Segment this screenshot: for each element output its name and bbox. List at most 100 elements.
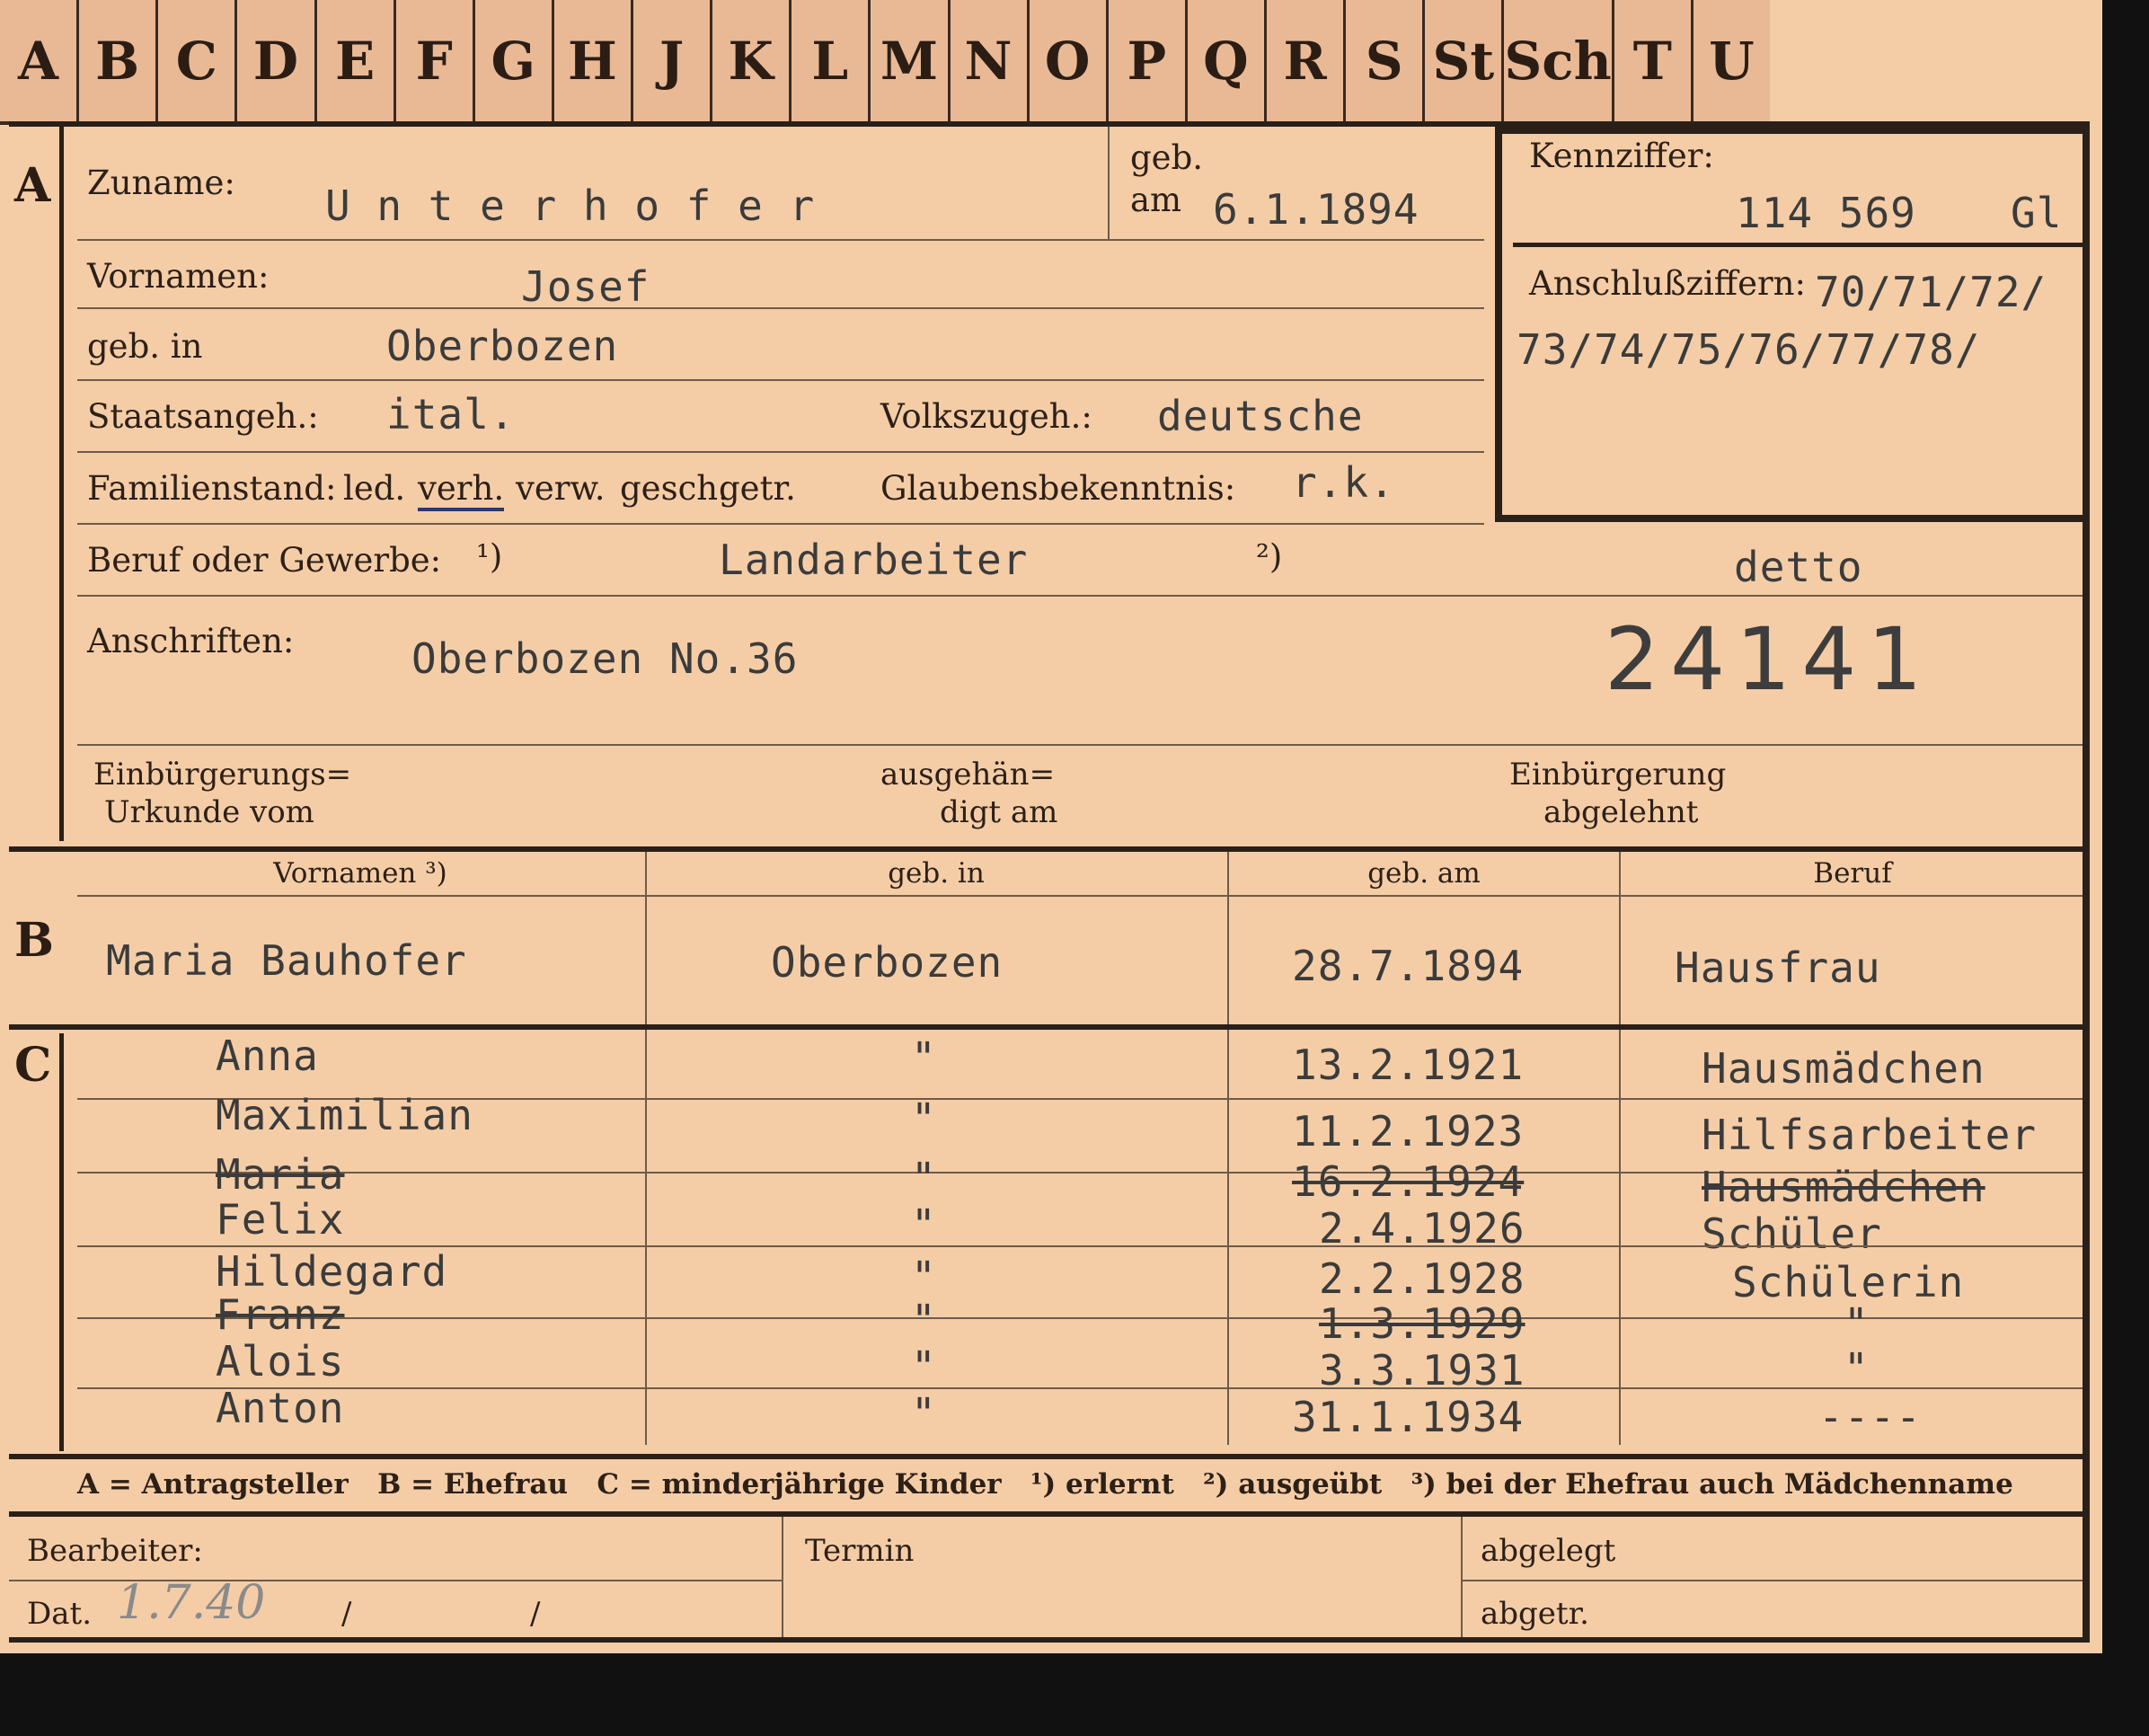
- naturalization-doc-label-2: Urkunde vom: [104, 794, 314, 830]
- child-born-in: ": [911, 1342, 937, 1391]
- header-rule: [77, 895, 2083, 897]
- tab-r[interactable]: R: [1264, 0, 1343, 121]
- marital-option-widowed: verw.: [516, 469, 606, 508]
- section-a-left-rule: [59, 127, 64, 841]
- child-occupation: Hausmädchen: [1702, 1163, 1985, 1211]
- tab-g[interactable]: G: [472, 0, 552, 121]
- tab-k[interactable]: K: [710, 0, 789, 121]
- born-on-label-2: am: [1130, 181, 1182, 219]
- right-border: [2083, 121, 2090, 1640]
- deadline-label: Termin: [805, 1533, 915, 1569]
- footnote-1-marker: ¹): [476, 537, 503, 576]
- row-rule: [77, 1317, 2083, 1319]
- child-born-in: ": [911, 1033, 937, 1082]
- marital-option-married-selected: verh.: [418, 469, 505, 511]
- child-born-on: 13.2.1921: [1292, 1041, 1525, 1089]
- born-in-label: geb. in: [87, 327, 203, 366]
- born-on-label-1: geb.: [1130, 138, 1204, 177]
- wife-occupation: Hausfrau: [1675, 943, 1881, 992]
- surname-label: Zuname:: [87, 164, 235, 202]
- tab-sch[interactable]: Sch: [1501, 0, 1612, 121]
- tab-h[interactable]: H: [551, 0, 631, 121]
- tab-l[interactable]: L: [789, 0, 868, 121]
- child-name: Anna: [216, 1032, 319, 1080]
- column-header-born-on: geb. am: [1367, 857, 1481, 890]
- tab-e[interactable]: E: [314, 0, 394, 121]
- reference-box-divider: [1513, 243, 2083, 247]
- filed-label: abgelegt: [1481, 1533, 1616, 1569]
- date-handwritten: 1.7.40: [117, 1576, 266, 1630]
- child-born-in: ": [911, 1154, 937, 1202]
- section-a-marker: A: [14, 158, 51, 213]
- row-rule: [77, 307, 1484, 309]
- date-slash: /: [341, 1596, 352, 1632]
- row-rule: [77, 523, 1484, 525]
- tab-j[interactable]: J: [631, 0, 710, 121]
- column-divider: [645, 852, 647, 1445]
- occupation-practiced-value: detto: [1734, 543, 1863, 591]
- address-value: Oberbozen No.36: [411, 634, 799, 683]
- religion-value: r.k.: [1292, 458, 1395, 507]
- handed-over-label-1: ausgehän=: [880, 757, 1056, 793]
- column-header-born-in: geb. in: [888, 857, 985, 890]
- section-b-top-rule: [9, 846, 2084, 852]
- marital-status-label: Familienstand:: [87, 469, 337, 508]
- tab-q[interactable]: Q: [1184, 0, 1264, 121]
- processor-label: Bearbeiter:: [27, 1533, 203, 1569]
- tab-c[interactable]: C: [155, 0, 234, 121]
- tab-u[interactable]: U: [1690, 0, 1770, 121]
- naturalization-refused-label-1: Einbürgerung: [1509, 757, 1727, 793]
- child-name: Anton: [216, 1384, 345, 1432]
- footnote-2-marker: ²): [1256, 537, 1283, 576]
- row-rule: [77, 595, 2083, 597]
- child-born-in: ": [911, 1389, 937, 1438]
- child-name: Hildegard: [216, 1247, 448, 1296]
- section-c-top-rule: [9, 1024, 2084, 1030]
- occupation-label: Beruf oder Gewerbe:: [87, 541, 442, 580]
- naturalization-refused-label-2: abgelehnt: [1543, 794, 1699, 830]
- given-names-label: Vornamen:: [87, 257, 270, 296]
- child-name: Alois: [216, 1337, 345, 1386]
- section-b-marker: B: [14, 913, 54, 968]
- tab-m[interactable]: M: [868, 0, 947, 121]
- section-c-left-rule: [59, 1033, 64, 1451]
- column-header-occupation: Beruf: [1813, 857, 1892, 890]
- wife-born-in: Oberbozen: [771, 938, 1004, 987]
- marital-option-single: led.: [343, 469, 406, 508]
- tab-a[interactable]: A: [0, 0, 76, 121]
- wife-born-on: 28.7.1894: [1292, 942, 1525, 990]
- wife-name: Maria Bauhofer: [106, 936, 467, 985]
- alphabet-tab-bar: A B C D E F G H J K L M N O P Q R S St S…: [0, 0, 1770, 125]
- tab-o[interactable]: O: [1026, 0, 1106, 121]
- tab-t[interactable]: T: [1611, 0, 1691, 121]
- child-occupation: Hausmädchen: [1702, 1044, 1985, 1093]
- footer-top-rule: [9, 1511, 2084, 1517]
- marital-option-divorced: gesch.: [620, 469, 729, 508]
- child-born-in: ": [911, 1200, 937, 1249]
- child-born-in: ": [911, 1253, 937, 1301]
- reference-number-suffix: Gl: [2011, 189, 2063, 237]
- tab-p[interactable]: P: [1105, 0, 1185, 121]
- date-slash: /: [530, 1596, 541, 1632]
- footer-row-rule: [1461, 1580, 2083, 1581]
- row-rule: [77, 451, 1484, 453]
- legend-text: A = Antragsteller B = Ehefrau C = minder…: [77, 1468, 2013, 1501]
- born-on-value: 6.1.1894: [1213, 185, 1419, 234]
- tab-s[interactable]: S: [1343, 0, 1422, 121]
- tab-f[interactable]: F: [393, 0, 473, 121]
- reference-number-value: 114 569: [1736, 189, 1916, 237]
- tab-d[interactable]: D: [234, 0, 314, 121]
- tab-n[interactable]: N: [947, 0, 1027, 121]
- child-name: Maximilian: [216, 1091, 473, 1139]
- section-c-marker: C: [14, 1038, 52, 1093]
- child-born-on: 1.3.1929: [1319, 1299, 1526, 1348]
- citizenship-label: Staatsangeh.:: [87, 397, 319, 436]
- bottom-border: [9, 1637, 2090, 1643]
- child-born-in: ": [911, 1094, 937, 1143]
- tab-b[interactable]: B: [76, 0, 155, 121]
- legend-top-rule: [9, 1454, 2084, 1459]
- tab-st[interactable]: St: [1422, 0, 1501, 121]
- column-divider: [1619, 852, 1621, 1445]
- address-label: Anschriften:: [87, 622, 295, 660]
- given-names-value: Josef: [521, 262, 650, 311]
